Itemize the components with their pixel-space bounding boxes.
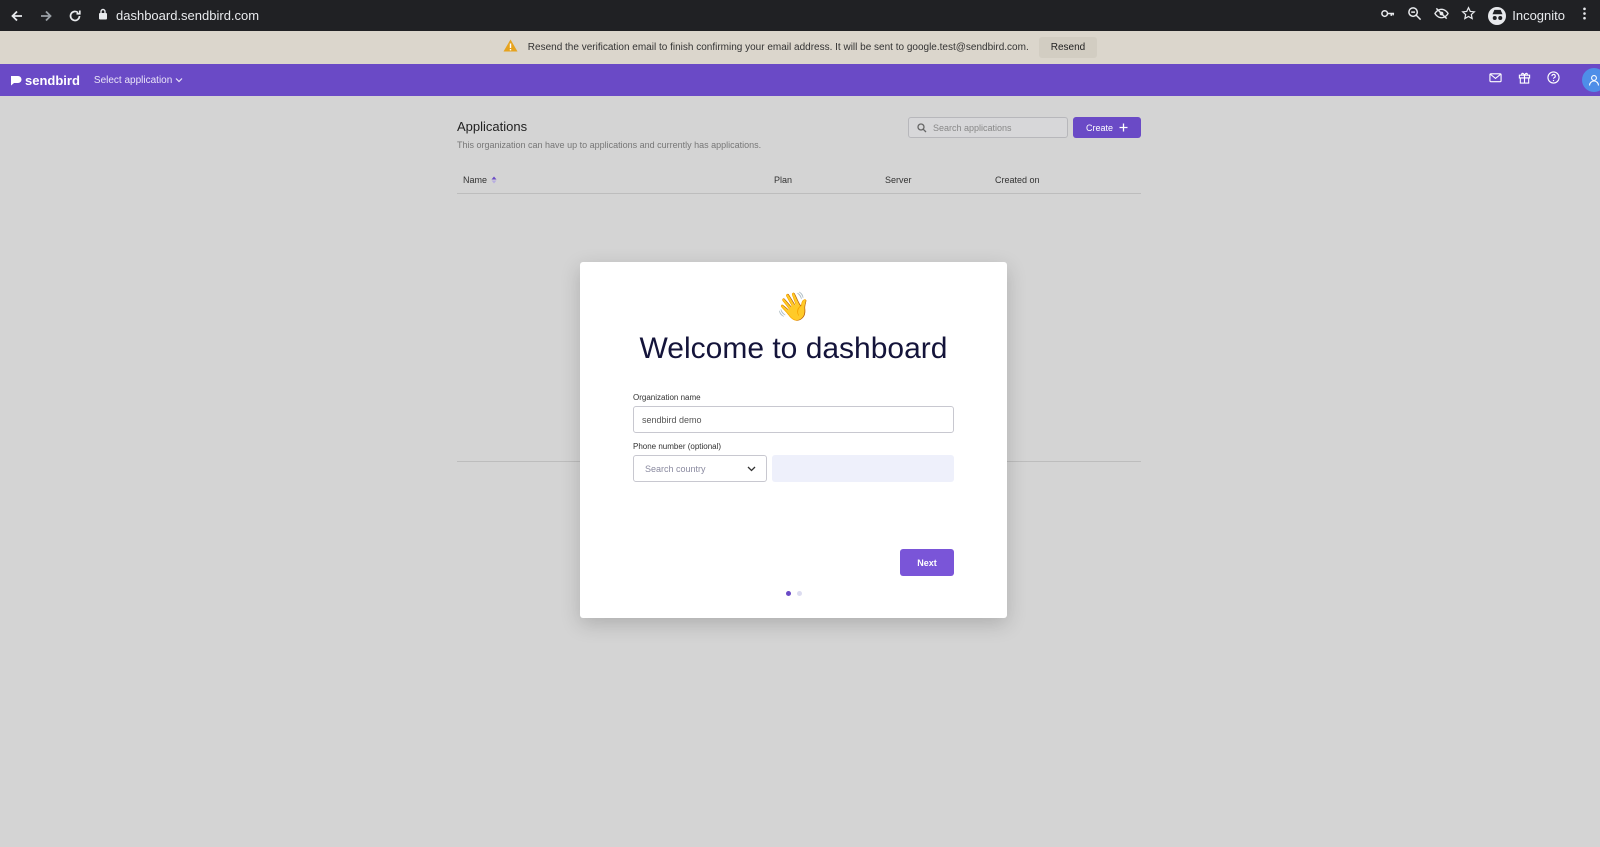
create-button[interactable]: Create [1073, 117, 1141, 138]
zoom-icon[interactable] [1407, 6, 1422, 26]
country-select[interactable]: Search country [633, 455, 767, 482]
lock-icon [98, 7, 108, 25]
incognito-badge[interactable]: Incognito [1488, 6, 1565, 25]
step-indicator [580, 591, 1007, 596]
logo-text: sendbird [25, 72, 80, 88]
gift-icon[interactable] [1518, 71, 1531, 89]
search-icon [917, 122, 927, 132]
column-label: Plan [774, 175, 793, 185]
page-subtitle: This organization can have up to applica… [457, 140, 762, 150]
star-icon[interactable] [1461, 5, 1476, 26]
search-placeholder: Search applications [933, 122, 1012, 133]
next-button[interactable]: Next [900, 549, 954, 576]
forward-icon[interactable] [34, 4, 58, 28]
country-placeholder: Search country [645, 463, 706, 474]
sort-icon [491, 176, 497, 184]
app-header: sendbird Select application [0, 64, 1600, 96]
browser-toolbar: dashboard.sendbird.com Incognito [0, 0, 1600, 31]
logo-icon [11, 75, 22, 85]
chevron-down-icon [747, 466, 756, 471]
sendbird-logo[interactable]: sendbird [10, 73, 80, 88]
search-applications-input[interactable]: Search applications [908, 117, 1068, 138]
step-dot-2[interactable] [796, 591, 802, 596]
address-bar[interactable]: dashboard.sendbird.com [90, 3, 1390, 28]
chevron-down-icon [175, 78, 183, 83]
page-title: Applications [457, 119, 528, 134]
organization-name-value: sendbird demo [642, 414, 702, 425]
modal-title: Welcome to dashboard [639, 332, 948, 365]
incognito-icon [1488, 6, 1507, 25]
warning-icon [503, 39, 518, 57]
column-header-server: Server [885, 175, 912, 185]
app-selector[interactable]: Select application [94, 75, 183, 86]
mail-icon[interactable] [1489, 71, 1502, 89]
organization-name-input[interactable]: sendbird demo [633, 406, 954, 433]
key-icon[interactable] [1380, 6, 1395, 26]
back-icon[interactable] [5, 4, 29, 28]
column-header-created-on: Created on [995, 175, 1040, 185]
user-icon[interactable] [1582, 68, 1600, 92]
column-header-plan: Plan [774, 175, 792, 185]
table-header: Name Plan Server Created on [457, 170, 1141, 194]
help-icon[interactable] [1547, 71, 1560, 89]
column-header-name[interactable]: Name [463, 175, 497, 185]
phone-number-input[interactable] [772, 455, 954, 482]
column-label: Name [463, 175, 488, 185]
eye-off-icon[interactable] [1434, 6, 1450, 26]
banner-message: Resend the verification email to finish … [527, 42, 1029, 53]
incognito-label: Incognito [1512, 8, 1565, 23]
plus-icon [1119, 123, 1128, 132]
verification-banner: Resend the verification email to finish … [0, 31, 1600, 64]
app-selector-label: Select application [93, 74, 173, 86]
url-text: dashboard.sendbird.com [116, 8, 260, 23]
menu-icon[interactable] [1577, 6, 1592, 26]
reload-icon[interactable] [63, 4, 87, 28]
phone-number-label: Phone number (optional) [633, 442, 722, 451]
column-label: Server [885, 175, 912, 185]
step-dot-1[interactable] [785, 591, 791, 596]
create-label: Create [1085, 122, 1113, 133]
column-label: Created on [995, 175, 1040, 185]
resend-button[interactable]: Resend [1038, 37, 1098, 58]
organization-name-label: Organization name [633, 393, 701, 402]
welcome-modal: 👋 Welcome to dashboard Organization name… [580, 262, 1007, 618]
wave-emoji: 👋 [776, 291, 811, 322]
